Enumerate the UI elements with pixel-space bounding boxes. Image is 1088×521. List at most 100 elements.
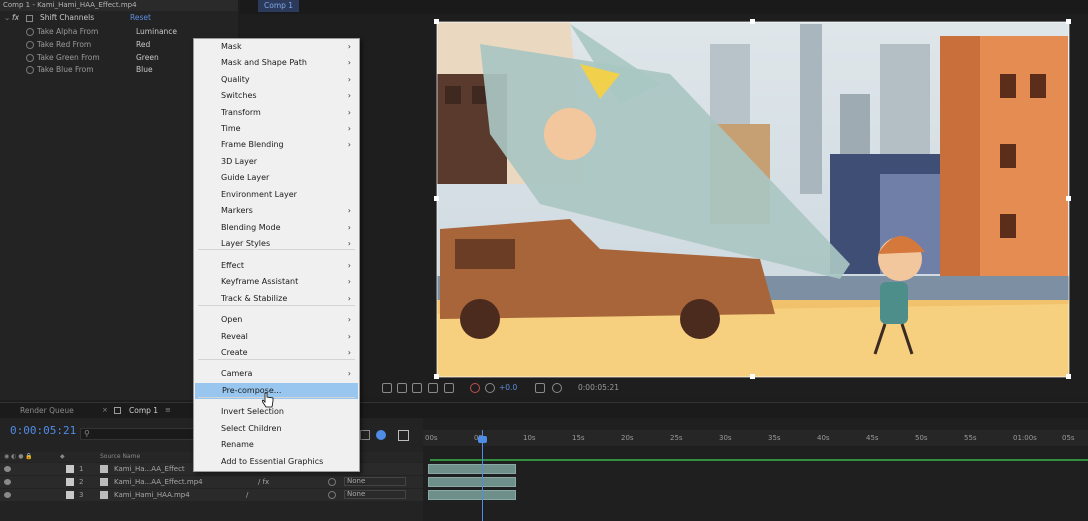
exposure-value[interactable]: +0.0: [499, 383, 517, 392]
menu-item-guide-layer[interactable]: Guide Layer: [194, 170, 359, 186]
stopwatch-icon[interactable]: [26, 54, 34, 62]
layer-number: 1: [79, 465, 84, 473]
menu-item-select-children[interactable]: Select Children: [194, 421, 359, 437]
ruler-tick-label: 20s: [621, 434, 634, 442]
layer-bar[interactable]: [428, 477, 516, 487]
menu-item-label: Camera: [221, 369, 253, 378]
submenu-arrow-icon: ›: [347, 206, 351, 215]
playhead-handle[interactable]: [478, 436, 487, 443]
fx-row-dropdown[interactable]: Green: [136, 52, 159, 64]
snapshot-icon[interactable]: [535, 383, 545, 393]
ruler-tick-label: 40s: [817, 434, 830, 442]
playhead[interactable]: [482, 430, 483, 521]
menu-item-open[interactable]: Open ›: [194, 312, 359, 328]
eye-icon[interactable]: [4, 479, 11, 485]
reset-link[interactable]: Reset: [130, 12, 151, 24]
ruler-tick-label: 30s: [719, 434, 732, 442]
pointer-hand-icon: [261, 392, 274, 408]
timeline-tab-bar: [0, 402, 1088, 418]
layer-search-input[interactable]: ⚲: [80, 428, 200, 440]
table-row[interactable]: 3 Kami_Hami_HAA.mp4 / None: [0, 489, 423, 501]
menu-item-label: Frame Blending: [221, 140, 284, 149]
menu-item-mask[interactable]: Mask ›: [194, 39, 359, 55]
tab-comp-1[interactable]: Comp 1: [258, 0, 300, 12]
menu-item-blending-mode[interactable]: Blending Mode ›: [194, 220, 359, 236]
layer-name[interactable]: Kami_Hami_HAA.mp4: [114, 489, 190, 501]
comp-flowchart-icon[interactable]: [360, 430, 370, 440]
fx-row-dropdown[interactable]: Blue: [136, 64, 153, 76]
menu-item-quality[interactable]: Quality ›: [194, 72, 359, 88]
layer-bar[interactable]: [428, 490, 516, 500]
effect-name: Shift Channels: [40, 13, 95, 22]
parent-dropdown[interactable]: None: [344, 490, 406, 499]
layer-name[interactable]: Kami_Ha...AA_Effect.mp4: [114, 476, 203, 488]
graph-editor-icon[interactable]: [398, 430, 409, 441]
chevron-down-icon[interactable]: ⌄: [4, 12, 10, 24]
exposure-reset-icon[interactable]: [485, 383, 495, 393]
menu-item-transform[interactable]: Transform ›: [194, 105, 359, 121]
layer-number: 2: [79, 478, 84, 486]
fx-row-dropdown[interactable]: Red: [136, 39, 150, 51]
ruler-tick-label: 01:00s: [1013, 434, 1037, 442]
show-snapshot-icon[interactable]: [552, 383, 562, 393]
layer-bar[interactable]: [428, 464, 516, 474]
parent-pickwhip-icon[interactable]: [328, 491, 336, 499]
quality-switch-icon[interactable]: /: [246, 489, 248, 501]
layer-name[interactable]: Kami_Ha...AA_Effect: [114, 463, 185, 475]
timeline-timecode[interactable]: 0:00:05:21: [10, 424, 76, 437]
fast-preview-icon[interactable]: [382, 383, 392, 393]
fx-icon[interactable]: fx: [12, 12, 19, 24]
menu-item-effect[interactable]: Effect ›: [194, 258, 359, 274]
menu-item-frame-blending[interactable]: Frame Blending ›: [194, 137, 359, 153]
label-color-swatch[interactable]: [66, 491, 74, 499]
tab-render-queue[interactable]: Render Queue: [20, 406, 74, 415]
submenu-arrow-icon: ›: [347, 315, 351, 324]
eye-icon[interactable]: [4, 492, 11, 498]
stopwatch-icon[interactable]: [26, 28, 34, 36]
stopwatch-icon[interactable]: [26, 41, 34, 49]
work-area-bar[interactable]: [430, 459, 1088, 461]
composition-viewer[interactable]: [240, 14, 1088, 380]
effect-toggle-box[interactable]: [26, 15, 33, 22]
tab-comp-1-timeline[interactable]: Comp 1: [129, 406, 158, 415]
close-icon[interactable]: ×: [102, 406, 108, 414]
menu-item-mask-and-shape-path[interactable]: Mask and Shape Path ›: [194, 55, 359, 71]
parent-pickwhip-icon[interactable]: [328, 478, 336, 486]
menu-item-time[interactable]: Time ›: [194, 121, 359, 137]
menu-item-keyframe-assistant[interactable]: Keyframe Assistant ›: [194, 274, 359, 290]
motion-blur-icon[interactable]: [376, 430, 386, 440]
parent-dropdown[interactable]: None: [344, 477, 406, 486]
menu-item-add-to-essential-graphics[interactable]: Add to Essential Graphics: [194, 454, 359, 470]
menu-item-label: Track & Stabilize: [221, 294, 288, 303]
menu-item-invert-selection[interactable]: Invert Selection: [194, 404, 359, 420]
region-of-interest-icon[interactable]: [428, 383, 438, 393]
viewer-timecode[interactable]: 0:00:05:21: [578, 383, 619, 392]
label-color-swatch[interactable]: [66, 478, 74, 486]
effect-header-row[interactable]: ⌄ fx Shift Channels Reset: [0, 12, 238, 24]
fx-switch-icon[interactable]: / fx: [258, 476, 269, 488]
source-name-header[interactable]: Source Name: [100, 452, 140, 462]
stopwatch-icon[interactable]: [26, 66, 34, 74]
grid-icon[interactable]: [397, 383, 407, 393]
fx-row-dropdown[interactable]: Luminance: [136, 26, 177, 38]
table-row[interactable]: 2 Kami_Ha...AA_Effect.mp4 / fx None: [0, 476, 423, 488]
menu-item-rename[interactable]: Rename: [194, 437, 359, 453]
menu-item-reveal[interactable]: Reveal ›: [194, 329, 359, 345]
menu-item-environment-layer[interactable]: Environment Layer: [194, 187, 359, 203]
menu-separator: [198, 249, 355, 250]
ruler-tick-label: 15s: [572, 434, 585, 442]
menu-item-markers[interactable]: Markers ›: [194, 203, 359, 219]
submenu-arrow-icon: ›: [347, 124, 351, 133]
menu-item-label: Select Children: [221, 424, 282, 433]
mask-visibility-icon[interactable]: [412, 383, 422, 393]
menu-item-3d-layer[interactable]: 3D Layer: [194, 154, 359, 170]
eye-icon[interactable]: [4, 466, 11, 472]
transparency-grid-icon[interactable]: [444, 383, 454, 393]
color-channel-icon[interactable]: [470, 383, 480, 393]
menu-item-label: 3D Layer: [221, 157, 258, 166]
label-color-swatch[interactable]: [66, 465, 74, 473]
menu-item-switches[interactable]: Switches ›: [194, 88, 359, 104]
menu-item-camera[interactable]: Camera ›: [194, 366, 359, 382]
submenu-arrow-icon: ›: [347, 42, 351, 51]
tab-menu-icon[interactable]: ≡: [165, 406, 171, 414]
